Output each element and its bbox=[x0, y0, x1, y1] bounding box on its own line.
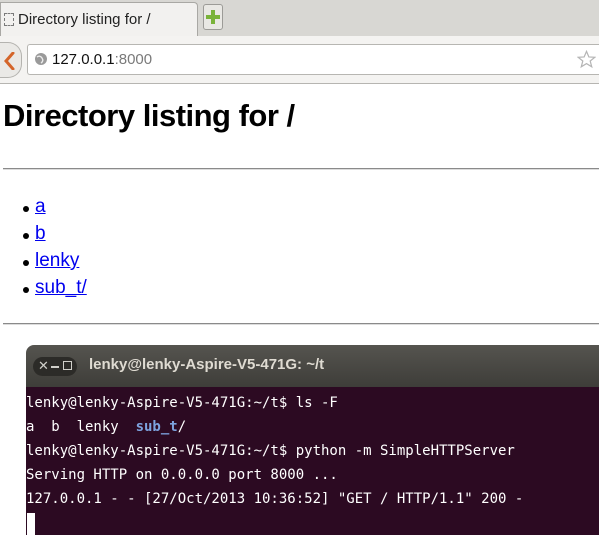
back-arrow-icon bbox=[4, 52, 15, 70]
tab-bar: Directory listing for / bbox=[0, 0, 599, 36]
terminal-titlebar[interactable]: ✕ lenky@lenky-Aspire-V5-471G: ~/t bbox=[26, 345, 599, 387]
terminal-line: 127.0.0.1 - - [27/Oct/2013 10:36:52] "GE… bbox=[26, 491, 524, 507]
ls-output-slash: / bbox=[177, 419, 187, 435]
new-tab-button[interactable] bbox=[203, 4, 223, 30]
terminal-line: a b lenky sub_t/ bbox=[26, 415, 186, 439]
terminal-body[interactable]: lenky@lenky-Aspire-V5-471G:~/t$ ls -F a … bbox=[26, 387, 599, 535]
plus-icon bbox=[206, 10, 220, 24]
url-text: 127.0.0.1:8000 bbox=[52, 51, 152, 68]
maximize-icon[interactable] bbox=[63, 361, 72, 370]
file-link-b[interactable]: b bbox=[35, 223, 46, 245]
file-link-lenky[interactable]: lenky bbox=[35, 250, 79, 272]
terminal-cursor bbox=[27, 513, 35, 535]
terminal-title: lenky@lenky-Aspire-V5-471G: ~/t bbox=[89, 356, 325, 373]
star-icon[interactable] bbox=[577, 50, 596, 69]
url-host: 127.0.0.1 bbox=[52, 51, 115, 68]
file-link-sub-t[interactable]: sub_t/ bbox=[35, 277, 87, 299]
minimize-icon[interactable] bbox=[51, 366, 59, 368]
page-title: Directory listing for / bbox=[3, 98, 295, 133]
file-link-a[interactable]: a bbox=[35, 196, 46, 218]
window-controls: ✕ bbox=[33, 357, 77, 376]
divider bbox=[3, 168, 599, 170]
terminal-line: lenky@lenky-Aspire-V5-471G:~/t$ ls -F bbox=[26, 395, 338, 411]
globe-icon bbox=[35, 53, 47, 65]
divider bbox=[3, 323, 599, 325]
tab-title: Directory listing for / bbox=[18, 11, 151, 28]
terminal-window: ✕ lenky@lenky-Aspire-V5-471G: ~/t lenky@… bbox=[26, 345, 599, 535]
bullet bbox=[23, 260, 29, 266]
terminal-line: Serving HTTP on 0.0.0.0 port 8000 ... bbox=[26, 467, 338, 483]
ls-output-dir: sub_t bbox=[135, 419, 178, 435]
page-icon bbox=[4, 13, 14, 26]
url-port: :8000 bbox=[114, 51, 153, 68]
ls-output-files: a b lenky bbox=[26, 419, 136, 435]
terminal-line: lenky@lenky-Aspire-V5-471G:~/t$ python -… bbox=[26, 443, 515, 459]
bullet bbox=[23, 233, 29, 239]
url-bar[interactable]: 127.0.0.1:8000 bbox=[27, 44, 599, 75]
back-button[interactable] bbox=[0, 42, 22, 78]
bullet bbox=[23, 287, 29, 293]
navigation-bar: 127.0.0.1:8000 bbox=[0, 36, 599, 84]
close-icon[interactable]: ✕ bbox=[38, 358, 49, 374]
bullet bbox=[23, 206, 29, 212]
browser-tab[interactable]: Directory listing for / bbox=[0, 2, 198, 36]
